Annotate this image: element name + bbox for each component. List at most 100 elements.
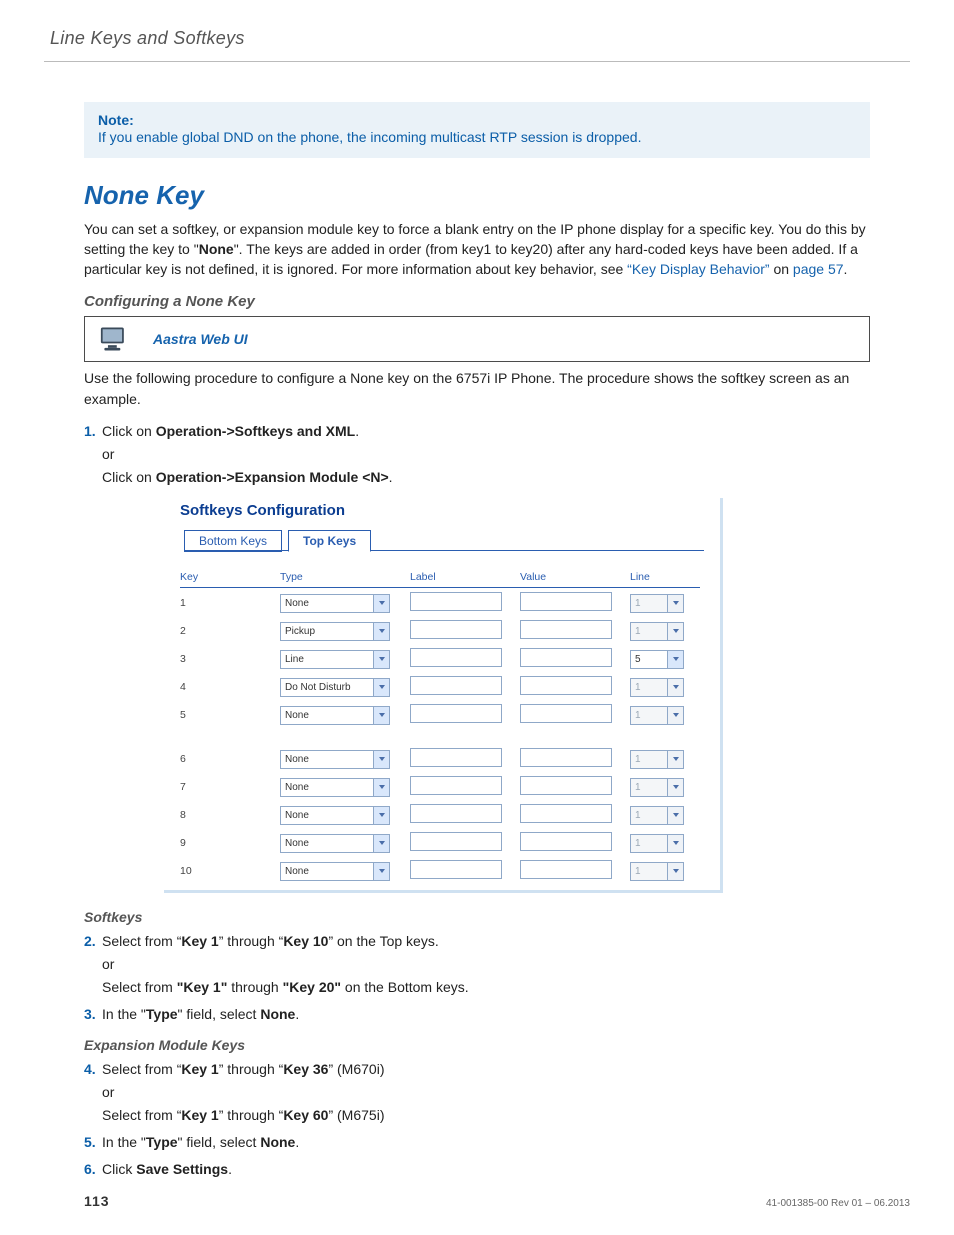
chevron-down-icon[interactable] (373, 679, 389, 696)
step-1: 1. Click on Operation->Softkeys and XML.… (84, 421, 870, 488)
chevron-down-icon (667, 779, 683, 796)
chevron-down-icon[interactable] (373, 651, 389, 668)
tab-top-keys[interactable]: Top Keys (288, 530, 371, 552)
tab-bottom-keys[interactable]: Bottom Keys (184, 530, 282, 552)
type-select[interactable]: None (280, 706, 390, 725)
type-select[interactable]: None (280, 778, 390, 797)
type-select[interactable]: None (280, 806, 390, 825)
value-input[interactable] (520, 620, 612, 639)
step-6: 6. Click Save Settings. (84, 1159, 870, 1180)
monitor-icon (97, 324, 133, 354)
table-row: 5None1 (180, 700, 700, 728)
label-input[interactable] (410, 704, 502, 723)
chevron-down-icon[interactable] (667, 651, 683, 668)
chevron-down-icon[interactable] (373, 779, 389, 796)
line-select: 1 (630, 806, 684, 825)
step-4: 4. Select from “Key 1” through “Key 36” … (84, 1059, 870, 1126)
cell-key: 9 (180, 828, 280, 856)
chevron-down-icon[interactable] (373, 623, 389, 640)
cell-key: 3 (180, 644, 280, 672)
table-row: 9None 1 (180, 828, 700, 856)
link-key-display-behavior[interactable]: “Key Display Behavior” (627, 261, 769, 277)
label-input[interactable] (410, 592, 502, 611)
line-select: 1 (630, 594, 684, 613)
cell-key: 1 (180, 588, 280, 617)
label-input[interactable] (410, 860, 502, 879)
value-input[interactable] (520, 704, 612, 723)
cell-key: 2 (180, 616, 280, 644)
tab-strip: Bottom Keys Top Keys (164, 529, 720, 551)
line-select: 1 (630, 678, 684, 697)
value-input[interactable] (520, 804, 612, 823)
cell-key: 10 (180, 856, 280, 884)
label-input[interactable] (410, 748, 502, 767)
page-number: 113 (44, 1193, 110, 1209)
table-row: 7None 1 (180, 772, 700, 800)
cell-key: 8 (180, 800, 280, 828)
chevron-down-icon (667, 707, 683, 724)
col-line: Line (630, 569, 700, 588)
chevron-down-icon (667, 679, 683, 696)
label-input[interactable] (410, 620, 502, 639)
chevron-down-icon[interactable] (373, 595, 389, 612)
chevron-down-icon[interactable] (373, 835, 389, 852)
label-input[interactable] (410, 676, 502, 695)
label-input[interactable] (410, 648, 502, 667)
chevron-down-icon[interactable] (373, 707, 389, 724)
revision-text: 41-001385-00 Rev 01 – 06.2013 (766, 1198, 910, 1209)
heading-none-key: None Key (84, 180, 870, 211)
note-body: If you enable global DND on the phone, t… (98, 129, 641, 145)
softkeys-table: Key Type Label Value Line 1None12Pickup1… (180, 569, 700, 884)
value-input[interactable] (520, 676, 612, 695)
line-select[interactable]: 5 (630, 650, 684, 669)
line-select: 1 (630, 834, 684, 853)
value-input[interactable] (520, 648, 612, 667)
chevron-down-icon (667, 623, 683, 640)
type-select[interactable]: None (280, 750, 390, 769)
value-input[interactable] (520, 748, 612, 767)
label-input[interactable] (410, 804, 502, 823)
value-input[interactable] (520, 776, 612, 795)
type-select[interactable]: Do Not Disturb (280, 678, 390, 697)
table-row: 1None1 (180, 588, 700, 617)
label-input[interactable] (410, 776, 502, 795)
aastra-web-ui-label: Aastra Web UI (153, 331, 248, 347)
line-select: 1 (630, 862, 684, 881)
chevron-down-icon (667, 835, 683, 852)
note-title: Note: (98, 112, 856, 128)
type-select[interactable]: None (280, 834, 390, 853)
line-select: 1 (630, 622, 684, 641)
chevron-down-icon (667, 595, 683, 612)
chevron-down-icon (667, 807, 683, 824)
cell-key: 4 (180, 672, 280, 700)
cell-key: 6 (180, 744, 280, 772)
heading-configuring: Configuring a None Key (84, 293, 870, 310)
running-head: Line Keys and Softkeys (44, 28, 910, 62)
value-input[interactable] (520, 860, 612, 879)
softkeys-config-panel: Softkeys Configuration Bottom Keys Top K… (164, 498, 723, 893)
chevron-down-icon[interactable] (373, 863, 389, 880)
label-input[interactable] (410, 832, 502, 851)
chevron-down-icon[interactable] (373, 751, 389, 768)
type-select[interactable]: None (280, 594, 390, 613)
value-input[interactable] (520, 592, 612, 611)
chevron-down-icon (667, 863, 683, 880)
col-label: Label (410, 569, 520, 588)
type-select[interactable]: None (280, 862, 390, 881)
line-select: 1 (630, 706, 684, 725)
chevron-down-icon[interactable] (373, 807, 389, 824)
line-select: 1 (630, 750, 684, 769)
table-row: 4Do Not Disturb 1 (180, 672, 700, 700)
value-input[interactable] (520, 832, 612, 851)
line-select: 1 (630, 778, 684, 797)
table-row: 8None 1 (180, 800, 700, 828)
type-select[interactable]: Pickup (280, 622, 390, 641)
subhead-expansion: Expansion Module Keys (84, 1037, 870, 1053)
link-page-57[interactable]: page 57 (793, 261, 844, 277)
cell-key: 7 (180, 772, 280, 800)
step-3: 3. In the "Type" field, select None. (84, 1004, 870, 1025)
table-row: 2Pickup 1 (180, 616, 700, 644)
step-5: 5. In the "Type" field, select None. (84, 1132, 870, 1153)
use-procedure: Use the following procedure to configure… (84, 368, 870, 409)
type-select[interactable]: Line (280, 650, 390, 669)
